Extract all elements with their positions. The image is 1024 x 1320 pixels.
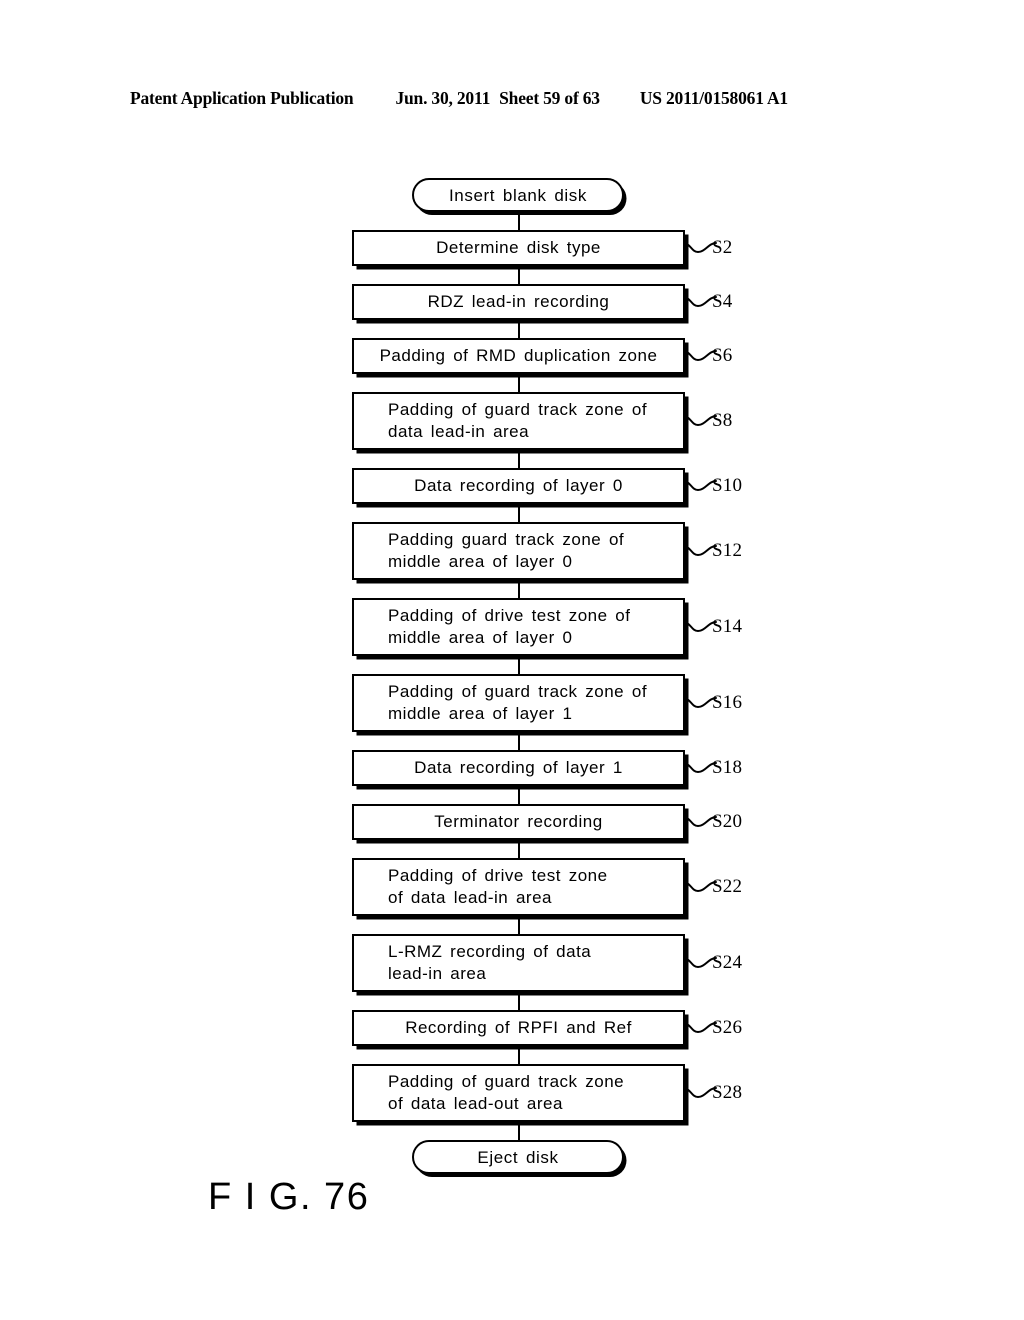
flow-connector-line	[518, 656, 520, 674]
step-number-label-s2: S2	[712, 237, 733, 258]
step-number-label-s16: S16	[712, 692, 743, 713]
step-number-label-s20: S20	[712, 811, 743, 832]
step-number-label-s26: S26	[712, 1017, 743, 1038]
flow-node-step-s10: Data recording of layer 0	[352, 468, 685, 504]
flow-node-step-s28: Padding of guard track zone of data lead…	[352, 1064, 685, 1122]
flow-node-label: Eject disk	[477, 1147, 559, 1167]
flow-node-label: Insert blank disk	[448, 185, 588, 205]
flow-connector-line	[518, 1046, 520, 1064]
flow-node-label: Padding of drive test zone of middle are…	[388, 605, 631, 647]
step-number-label-s22: S22	[712, 876, 743, 897]
flow-node-label: Padding of guard track zone of data lead…	[388, 399, 648, 441]
flow-connector-line	[518, 320, 520, 338]
step-leader-squiggle	[685, 879, 717, 893]
flow-node-label: Padding of drive test zone of data lead-…	[388, 865, 608, 907]
flow-node-label: Recording of RPFI and Ref	[405, 1017, 632, 1037]
flow-connector-line	[518, 916, 520, 934]
step-number-label-s6: S6	[712, 345, 733, 366]
flow-connector-line	[518, 1122, 520, 1140]
flow-node-end: Eject disk	[412, 1140, 624, 1174]
flow-connector-line	[518, 450, 520, 468]
flow-node-step-s2: Determine disk type	[352, 230, 685, 266]
step-leader-squiggle	[685, 413, 717, 427]
flow-node-step-s4: RDZ lead-in recording	[352, 284, 685, 320]
flow-node-start: Insert blank disk	[412, 178, 624, 212]
flow-node-label: Padding of guard track zone of data lead…	[388, 1071, 625, 1113]
flow-node-label: L-RMZ recording of data lead-in area	[388, 941, 592, 983]
flow-node-step-s6: Padding of RMD duplication zone	[352, 338, 685, 374]
step-leader-squiggle	[685, 955, 717, 969]
step-number-label-s4: S4	[712, 291, 733, 312]
step-number-label-s10: S10	[712, 475, 743, 496]
flow-connector-line	[518, 266, 520, 284]
figure-caption: F I G. 76	[208, 1176, 370, 1218]
flow-connector-line	[518, 732, 520, 750]
flow-node-step-s8: Padding of guard track zone of data lead…	[352, 392, 685, 450]
flow-node-step-s16: Padding of guard track zone of middle ar…	[352, 674, 685, 732]
flow-node-step-s14: Padding of drive test zone of middle are…	[352, 598, 685, 656]
flow-connector-line	[518, 786, 520, 804]
flow-node-label: RDZ lead-in recording	[427, 291, 610, 311]
step-leader-squiggle	[685, 294, 717, 308]
step-leader-squiggle	[685, 695, 717, 709]
flow-node-label: Terminator recording	[434, 811, 603, 831]
flow-node-step-s12: Padding guard track zone of middle area …	[352, 522, 685, 580]
step-leader-squiggle	[685, 543, 717, 557]
flow-node-step-s24: L-RMZ recording of data lead-in area	[352, 934, 685, 992]
step-leader-squiggle	[685, 240, 717, 254]
step-leader-squiggle	[685, 619, 717, 633]
step-leader-squiggle	[685, 1020, 717, 1034]
step-leader-squiggle	[685, 478, 717, 492]
flow-node-label: Data recording of layer 0	[414, 475, 623, 495]
flow-node-label: Padding guard track zone of middle area …	[388, 529, 625, 571]
flowchart-diagram: Insert blank disk Determine disk type S2 RD…	[0, 0, 1024, 1320]
flow-connector-line	[518, 374, 520, 392]
step-leader-squiggle	[685, 348, 717, 362]
step-number-label-s24: S24	[712, 952, 743, 973]
step-number-label-s8: S8	[712, 410, 733, 431]
flow-connector-line	[518, 580, 520, 598]
step-leader-squiggle	[685, 1085, 717, 1099]
step-number-label-s28: S28	[712, 1082, 743, 1103]
flow-connector-line	[518, 992, 520, 1010]
flow-node-label: Data recording of layer 1	[414, 757, 623, 777]
flow-connector-line	[518, 504, 520, 522]
flow-node-label: Padding of guard track zone of middle ar…	[388, 681, 648, 723]
flow-node-label: Padding of RMD duplication zone	[379, 345, 658, 365]
flow-connector-line	[518, 840, 520, 858]
flow-node-label: Determine disk type	[436, 237, 601, 257]
step-leader-squiggle	[685, 760, 717, 774]
flow-node-step-s26: Recording of RPFI and Ref	[352, 1010, 685, 1046]
flow-connector-line	[518, 212, 520, 230]
step-leader-squiggle	[685, 814, 717, 828]
step-number-label-s18: S18	[712, 757, 743, 778]
step-number-label-s12: S12	[712, 540, 743, 561]
flow-node-step-s20: Terminator recording	[352, 804, 685, 840]
flow-node-step-s18: Data recording of layer 1	[352, 750, 685, 786]
flow-node-step-s22: Padding of drive test zone of data lead-…	[352, 858, 685, 916]
step-number-label-s14: S14	[712, 616, 743, 637]
